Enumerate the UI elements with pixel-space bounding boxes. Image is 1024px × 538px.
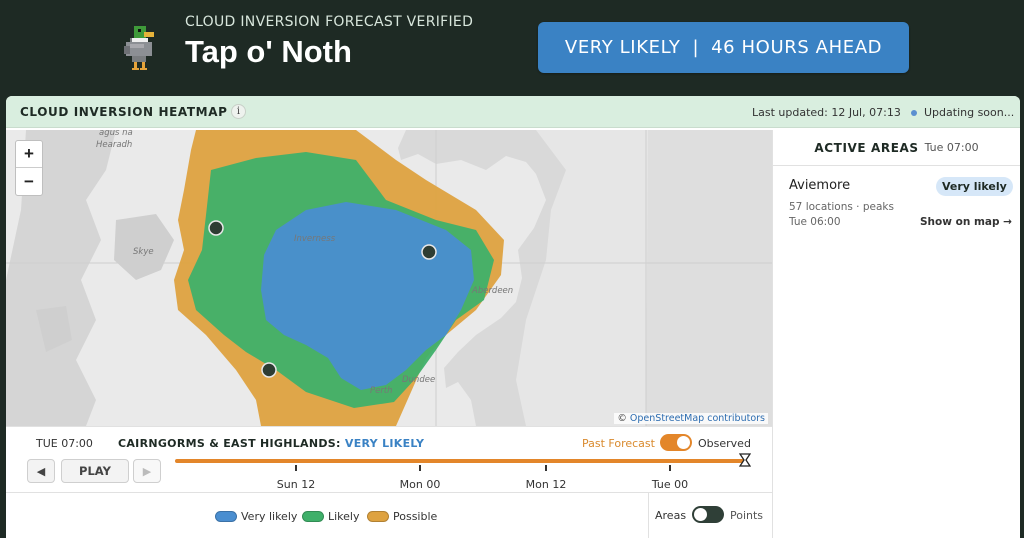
- location-marker[interactable]: [208, 220, 224, 236]
- active-areas-sidebar: ACTIVE AREAS Tue 07:00 Aviemore Very lik…: [772, 130, 1020, 538]
- map-label-skye: Skye: [133, 247, 154, 257]
- past-forecast-label: Past Forecast: [582, 437, 655, 450]
- map-label-dundee: Dundee: [402, 375, 436, 385]
- timeline-track[interactable]: [175, 459, 747, 463]
- areas-points-toggle[interactable]: [692, 506, 724, 523]
- legend-item-likely: Likely: [302, 510, 360, 523]
- map-label-place: agus na: [99, 130, 133, 138]
- map-canvas[interactable]: [6, 130, 772, 426]
- zoom-out-button[interactable]: −: [16, 168, 42, 195]
- zoom-control: + −: [15, 140, 43, 196]
- sidebar-time: Tue 07:00: [924, 141, 979, 154]
- info-icon[interactable]: i: [231, 104, 246, 119]
- timeline-tick-label: Mon 00: [399, 478, 441, 491]
- timeline-tick: [295, 465, 297, 471]
- sidebar-title: ACTIVE AREAS: [814, 140, 919, 155]
- panel-title: CLOUD INVERSION HEATMAP: [20, 105, 228, 119]
- page-title: Tap o' Noth: [185, 34, 352, 69]
- legend-swatch: [302, 511, 324, 522]
- forecast-status-button[interactable]: VERY LIKELY | 46 HOURS AHEAD: [538, 22, 909, 73]
- area-meta: 57 locations · peaks: [789, 201, 894, 213]
- legend-item-possible: Possible: [367, 510, 437, 523]
- hourglass-icon[interactable]: [739, 453, 751, 467]
- next-step-button[interactable]: ▶: [133, 459, 161, 483]
- map-label-place: Hearadh: [96, 140, 133, 150]
- updating-dot-icon: [911, 110, 917, 116]
- map-view[interactable]: agus na Hearadh Skye Inverness Aberdeen …: [6, 130, 772, 426]
- legend-bar: Very likely Likely Possible Areas Points: [6, 492, 772, 538]
- header-bar: CLOUD INVERSION FORECAST VERIFIED Tap o'…: [0, 0, 1024, 94]
- app-root: CLOUD INVERSION FORECAST VERIFIED Tap o'…: [0, 0, 1024, 538]
- show-on-map-link[interactable]: Show on map →: [920, 216, 1012, 228]
- area-time: Tue 06:00: [789, 216, 841, 228]
- region-likelihood: VERY LIKELY: [344, 437, 425, 450]
- legend-label: Possible: [393, 510, 438, 523]
- header-subtitle: CLOUD INVERSION FORECAST VERIFIED: [185, 14, 474, 30]
- areas-label: Areas: [655, 509, 687, 522]
- location-marker[interactable]: [261, 362, 277, 378]
- map-label-aberdeen: Aberdeen: [472, 286, 514, 296]
- map-label-inverness: Inverness: [294, 234, 336, 244]
- play-button[interactable]: PLAY: [61, 459, 129, 483]
- last-updated-text: Last updated: 12 Jul, 07:13: [752, 106, 901, 119]
- region-name: CAIRNGORMS & EAST HIGHLANDS:: [118, 437, 341, 450]
- zoom-in-button[interactable]: +: [16, 141, 42, 168]
- attribution-link[interactable]: OpenStreetMap contributors: [630, 413, 765, 424]
- legend-swatch: [215, 511, 237, 522]
- sidebar-header: ACTIVE AREAS Tue 07:00: [773, 130, 1020, 166]
- location-marker[interactable]: [421, 244, 437, 260]
- toggle-knob: [694, 508, 707, 521]
- past-forecast-toggle[interactable]: [660, 434, 692, 451]
- timeline-tick-label: Tue 00: [651, 478, 689, 491]
- prev-step-button[interactable]: ◀: [27, 459, 55, 483]
- timeline-tick-label: Mon 12: [525, 478, 567, 491]
- area-name: Aviemore: [789, 178, 851, 193]
- timeline-tick: [419, 465, 421, 471]
- legend-label: Very likely: [241, 510, 298, 523]
- timeline-tick: [669, 465, 671, 471]
- timeline-bar: TUE 07:00 CAIRNGORMS & EAST HIGHLANDS: V…: [6, 426, 772, 492]
- timeline-region-status: CAIRNGORMS & EAST HIGHLANDS: VERY LIKELY: [118, 437, 424, 450]
- status-likelihood: VERY LIKELY: [564, 37, 681, 58]
- timeline-current-time: TUE 07:00: [36, 437, 93, 450]
- panel-header: CLOUD INVERSION HEATMAP i Last updated: …: [6, 96, 1020, 128]
- timeline-tick-label: Sun 12: [276, 478, 316, 491]
- area-likelihood-badge: Very likely: [936, 177, 1013, 196]
- heatmap-panel: CLOUD INVERSION HEATMAP i Last updated: …: [6, 96, 1020, 538]
- status-separator: |: [692, 37, 700, 58]
- timeline-tick: [545, 465, 547, 471]
- status-hours-ahead: 46 HOURS AHEAD: [711, 37, 883, 58]
- attribution-copyright: ©: [617, 413, 627, 424]
- legend-item-very-likely: Very likely: [215, 510, 297, 523]
- duck-icon: [124, 26, 154, 70]
- points-label: Points: [730, 509, 764, 522]
- legend-divider: [648, 493, 649, 538]
- map-label-perth: Perth: [370, 386, 393, 396]
- sea-right-band: [646, 130, 772, 426]
- observed-label: Observed: [698, 437, 751, 450]
- updating-status: Updating soon...: [924, 106, 1015, 119]
- map-attribution: © OpenStreetMap contributors: [614, 413, 768, 424]
- legend-label: Likely: [328, 510, 360, 523]
- legend-swatch: [367, 511, 389, 522]
- toggle-knob: [677, 436, 690, 449]
